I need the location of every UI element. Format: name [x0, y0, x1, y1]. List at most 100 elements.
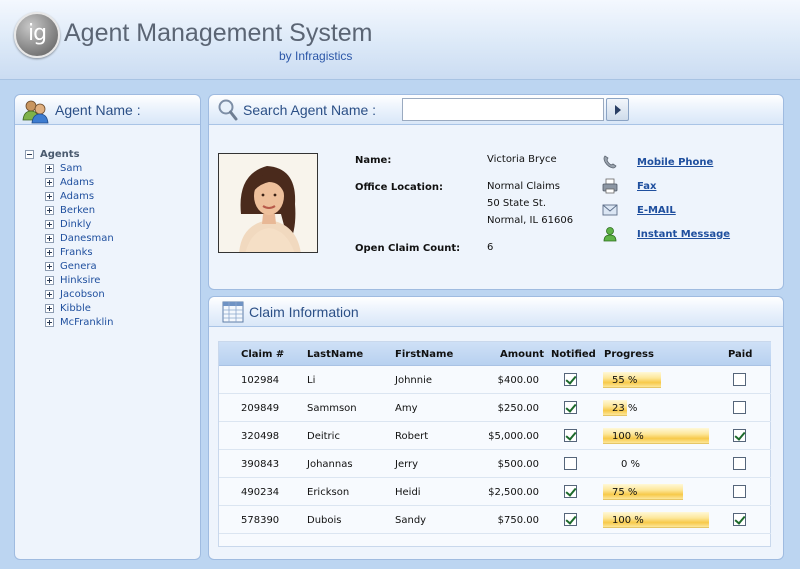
search-agent-panel: Search Agent Name : Name: Victoria Bryce… [208, 94, 784, 290]
mobile-phone-link[interactable]: Mobile Phone [637, 157, 713, 168]
progress-label: 55 % [612, 375, 638, 386]
table-row[interactable]: 490234 Erickson Heidi $2,500.00 75 % [219, 478, 771, 506]
expand-icon[interactable] [45, 289, 54, 299]
tree-item-label: Jacobson [60, 288, 105, 300]
tree-item-agent[interactable]: Franks [45, 245, 114, 259]
expand-icon[interactable] [45, 191, 54, 201]
cell-first-name: Robert [395, 431, 429, 442]
agent-name-panel-header: Agent Name : [15, 95, 200, 125]
tree-item-agent[interactable]: Jacobson [45, 287, 114, 301]
notified-checkbox[interactable] [564, 513, 577, 526]
tree-root-agents[interactable]: Agents [25, 147, 114, 161]
contact-mobile-phone[interactable]: Mobile Phone [602, 154, 713, 170]
paid-checkbox[interactable] [733, 485, 746, 498]
expand-icon[interactable] [45, 219, 54, 229]
expand-icon[interactable] [45, 247, 54, 257]
agents-list: Sam Adams Adams Berken Dinkly Danesman Franks G… [45, 161, 114, 329]
tree-item-agent[interactable]: Sam [45, 161, 114, 175]
col-last-name[interactable]: LastName [307, 349, 363, 360]
col-amount[interactable]: Amount [500, 349, 544, 360]
expand-icon[interactable] [45, 261, 54, 271]
cell-claim-number: 390843 [241, 459, 280, 470]
open-claim-count-label: Open Claim Count: [355, 243, 461, 254]
col-first-name[interactable]: FirstName [395, 349, 453, 360]
tree-root-label: Agents [40, 148, 80, 160]
cell-claim-number: 209849 [241, 403, 280, 414]
tree-item-agent[interactable]: Adams [45, 189, 114, 203]
paid-checkbox[interactable] [733, 457, 746, 470]
cell-amount: $400.00 [497, 375, 539, 386]
expand-icon[interactable] [45, 205, 54, 215]
agent-name-value: Victoria Bryce [487, 154, 557, 165]
tree-item-label: Danesman [60, 232, 114, 244]
notified-checkbox[interactable] [564, 401, 577, 414]
notified-checkbox[interactable] [564, 457, 577, 470]
cell-last-name: Johannas [307, 459, 353, 470]
table-row[interactable]: 209849 Sammson Amy $250.00 23 % [219, 394, 771, 422]
expand-icon[interactable] [45, 303, 54, 313]
cell-first-name: Heidi [395, 487, 421, 498]
fax-link[interactable]: Fax [637, 181, 656, 192]
tree-item-agent[interactable]: Genera [45, 259, 114, 273]
tree-item-agent[interactable]: Kibble [45, 301, 114, 315]
search-agent-input[interactable] [402, 98, 604, 121]
name-label: Name: [355, 155, 392, 166]
contact-instant-message[interactable]: Instant Message [602, 226, 730, 242]
magnifier-icon [218, 99, 238, 121]
notified-checkbox[interactable] [564, 373, 577, 386]
col-progress[interactable]: Progress [604, 349, 654, 360]
cell-claim-number: 320498 [241, 431, 280, 442]
col-notified[interactable]: Notified [551, 349, 596, 360]
cell-last-name: Sammson [307, 403, 357, 414]
search-go-button[interactable] [606, 98, 629, 121]
progress-label: 100 % [612, 515, 644, 526]
cell-first-name: Johnnie [395, 375, 433, 386]
progress-label: 23 % [612, 403, 638, 414]
email-link[interactable]: E-MAIL [637, 205, 676, 216]
table-row[interactable]: 578390 Dubois Sandy $750.00 100 % [219, 506, 771, 534]
phone-icon [603, 155, 617, 169]
app-subtitle: by Infragistics [279, 49, 353, 63]
cell-first-name: Amy [395, 403, 418, 414]
cell-claim-number: 102984 [241, 375, 280, 386]
agent-photo [218, 153, 318, 253]
table-row[interactable]: 320498 Deitric Robert $5,000.00 100 % [219, 422, 771, 450]
table-row[interactable]: 102984 Li Johnnie $400.00 55 % [219, 366, 771, 394]
tree-item-agent[interactable]: Danesman [45, 231, 114, 245]
email-icon [602, 204, 618, 216]
expand-icon[interactable] [45, 275, 54, 285]
infragistics-logo: ig [14, 12, 60, 58]
tree-item-agent[interactable]: Berken [45, 203, 114, 217]
contact-email[interactable]: E-MAIL [602, 202, 676, 218]
tree-item-label: Dinkly [60, 218, 92, 230]
expand-icon[interactable] [45, 163, 54, 173]
paid-checkbox[interactable] [733, 401, 746, 414]
tree-item-agent[interactable]: Adams [45, 175, 114, 189]
paid-checkbox[interactable] [733, 429, 746, 442]
notified-checkbox[interactable] [564, 485, 577, 498]
office-line-1: Normal Claims [487, 181, 560, 192]
expand-icon[interactable] [45, 233, 54, 243]
paid-checkbox[interactable] [733, 513, 746, 526]
instant-message-link[interactable]: Instant Message [637, 229, 730, 240]
col-claim-number[interactable]: Claim # [241, 349, 284, 360]
claim-panel-title: Claim Information [249, 304, 359, 320]
tree-item-agent[interactable]: McFranklin [45, 315, 114, 329]
claims-grid-header: Claim # LastName FirstName Amount Notifi… [219, 342, 771, 366]
notified-checkbox[interactable] [564, 429, 577, 442]
claims-grid: Claim # LastName FirstName Amount Notifi… [218, 341, 771, 547]
tree-item-agent[interactable]: Dinkly [45, 217, 114, 231]
tree-item-agent[interactable]: Hinksire [45, 273, 114, 287]
progress-label: 75 % [612, 487, 638, 498]
paid-checkbox[interactable] [733, 373, 746, 386]
collapse-icon[interactable] [25, 149, 34, 159]
search-panel-title: Search Agent Name : [243, 102, 377, 118]
col-paid[interactable]: Paid [728, 349, 752, 360]
table-row[interactable]: 390843 Johannas Jerry $500.00 0 % [219, 450, 771, 478]
users-icon [22, 100, 49, 124]
expand-icon[interactable] [45, 177, 54, 187]
expand-icon[interactable] [45, 317, 54, 327]
agent-portrait-image [219, 154, 317, 252]
open-claim-count-value: 6 [487, 242, 494, 253]
contact-fax[interactable]: Fax [602, 178, 656, 194]
